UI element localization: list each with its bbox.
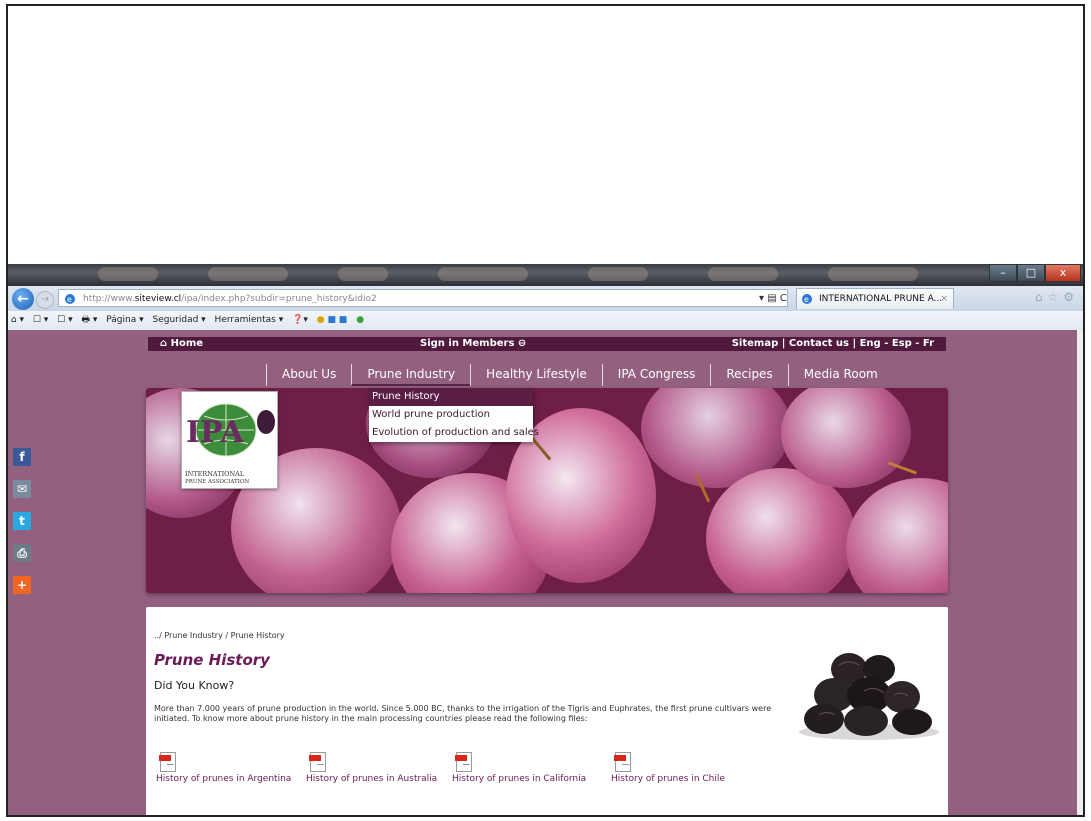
cmd-mail[interactable]: ☐ ▾ — [57, 315, 72, 325]
command-bar: ⌂ ▾ ☐ ▾ ☐ ▾ 🖶 ▾ Página ▾ Seguridad ▾ Her… — [8, 311, 1083, 331]
cmd-seguridad[interactable]: Seguridad ▾ — [152, 315, 205, 325]
dried-prunes-image — [799, 653, 939, 740]
forward-button[interactable]: → — [36, 291, 54, 309]
pdf-link-chile[interactable]: History of prunes in Chile — [611, 774, 761, 784]
url-path: /ipa/index.php?subdir=prune_history&idio… — [181, 294, 377, 304]
nav-recipes[interactable]: Recipes — [710, 364, 787, 386]
cmd-help[interactable]: ❓▾ — [292, 315, 308, 325]
print-share-icon[interactable]: ⎙ — [13, 544, 31, 562]
breadcrumb[interactable]: ../ Prune Industry / Prune History — [154, 631, 285, 640]
pdf-icon — [455, 752, 472, 772]
intro-paragraph: More than 7.000 years of prune productio… — [154, 704, 772, 723]
pdf-icon — [159, 752, 176, 772]
pdf-item-argentina[interactable]: History of prunes in Argentina — [156, 752, 306, 784]
maximize-button[interactable]: □ — [1017, 264, 1045, 282]
close-window-button[interactable]: x — [1045, 264, 1081, 282]
nav-ipa-congress[interactable]: IPA Congress — [601, 364, 711, 386]
url-controls[interactable]: ▾ ▤ C — [759, 290, 787, 306]
prune-industry-dropdown: Prune History World prune production Evo… — [369, 388, 539, 442]
more-share-icon[interactable]: + — [13, 576, 31, 594]
blank-area — [8, 6, 1083, 264]
nav-prune-industry[interactable]: Prune Industry — [351, 364, 471, 386]
minimize-button[interactable]: – — [989, 264, 1017, 282]
cmd-herramientas[interactable]: Herramientas ▾ — [215, 315, 284, 325]
svg-text:e: e — [67, 295, 72, 304]
web-page: ⌂ Home Sign in Members ⊖ Sitemap | Conta… — [8, 330, 1081, 815]
home-link[interactable]: ⌂ Home — [160, 337, 203, 351]
url-prefix: http://www. — [83, 294, 135, 304]
tab-ie-icon: e — [802, 294, 812, 304]
dropdown-world-prune-production[interactable]: World prune production — [369, 406, 533, 424]
cmd-feeds[interactable]: ☐ ▾ — [33, 315, 48, 325]
browser-toolbar-icons[interactable]: ⌂☆⚙ — [1035, 290, 1079, 304]
pdf-item-australia[interactable]: History of prunes in Australia — [306, 752, 456, 784]
cmd-print[interactable]: 🖶 ▾ — [82, 315, 98, 325]
url-domain: siteview.cl — [134, 294, 182, 304]
back-button[interactable]: ← — [12, 288, 34, 310]
browser-tab[interactable]: e INTERNATIONAL PRUNE A... × — [796, 288, 954, 309]
ie-icon: e — [65, 294, 75, 304]
pdf-item-chile[interactable]: History of prunes in Chile — [611, 752, 761, 784]
main-nav: About Us Prune Industry Healthy Lifestyl… — [266, 364, 893, 386]
email-share-icon[interactable]: ✉ — [13, 480, 31, 498]
cmd-home[interactable]: ⌂ ▾ — [11, 315, 24, 325]
hero-banner-image: IPA INTERNATIONAL PRUNE ASSOCIATION — [146, 388, 948, 593]
dropdown-prune-history[interactable]: Prune History — [369, 388, 533, 406]
tab-title: INTERNATIONAL PRUNE A... — [819, 294, 943, 304]
ipa-logo[interactable]: IPA INTERNATIONAL PRUNE ASSOCIATION — [181, 391, 278, 489]
nav-about-us[interactable]: About Us — [266, 364, 351, 386]
url-field[interactable]: e http://www.siteview.cl/ipa/index.php?s… — [58, 289, 788, 307]
top-nav-bar: ⌂ Home Sign in Members ⊖ Sitemap | Conta… — [148, 337, 946, 351]
page-title: Prune History — [154, 651, 270, 669]
pdf-icon — [614, 752, 631, 772]
address-bar: ← → e http://www.siteview.cl/ipa/index.p… — [8, 286, 1083, 312]
pdf-item-california[interactable]: History of prunes in California — [452, 752, 602, 784]
top-right-links[interactable]: Sitemap | Contact us | Eng - Esp - Fr — [732, 337, 934, 351]
vertical-scrollbar[interactable] — [1077, 330, 1083, 815]
dropdown-evolution-production-sales[interactable]: Evolution of production and sales — [369, 424, 539, 442]
facebook-share-icon[interactable]: f — [13, 448, 31, 466]
window-titlebar: – □ x — [8, 264, 1083, 286]
pdf-link-california[interactable]: History of prunes in California — [452, 774, 602, 784]
logo-caption-1: INTERNATIONAL — [185, 470, 245, 478]
pdf-link-argentina[interactable]: History of prunes in Argentina — [156, 774, 306, 784]
logo-caption-2: PRUNE ASSOCIATION — [185, 479, 249, 485]
nav-media-room[interactable]: Media Room — [787, 364, 893, 386]
content-panel: ../ Prune Industry / Prune History Prune… — [146, 607, 948, 815]
did-you-know-heading: Did You Know? — [154, 679, 235, 692]
nav-healthy-lifestyle[interactable]: Healthy Lifestyle — [470, 364, 602, 386]
ipa-logo-graphic: IPA INTERNATIONAL PRUNE ASSOCIATION — [185, 403, 275, 485]
cmd-pagina[interactable]: Página ▾ — [106, 315, 143, 325]
window-controls: – □ x — [989, 264, 1081, 282]
pdf-icon — [309, 752, 326, 772]
screenshot-frame: – □ x ← → e http://www.siteview.cl/ipa/i… — [6, 4, 1085, 817]
pdf-link-australia[interactable]: History of prunes in Australia — [306, 774, 456, 784]
tab-close-icon[interactable]: × — [940, 289, 948, 309]
sign-in-members-link[interactable]: Sign in Members ⊖ — [420, 337, 526, 351]
twitter-share-icon[interactable]: t — [13, 512, 31, 530]
addon-icons[interactable]: ● ■ ■ ● — [317, 315, 370, 325]
logo-text: IPA — [186, 415, 244, 450]
svg-text:e: e — [804, 295, 809, 304]
